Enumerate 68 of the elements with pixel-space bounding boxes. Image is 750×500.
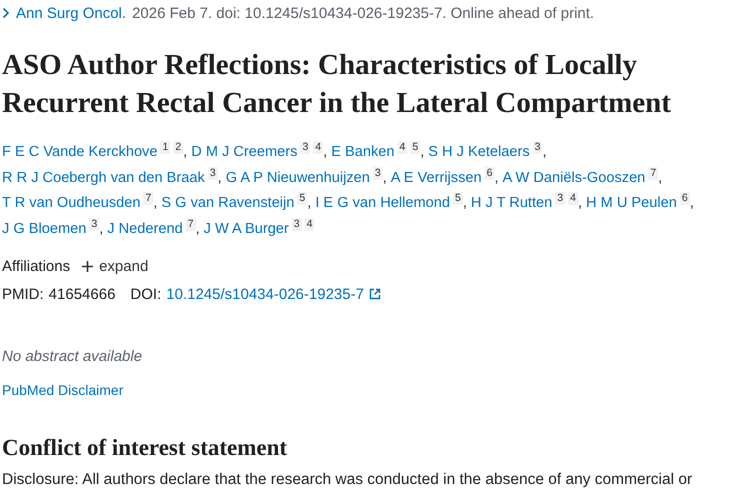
doi-label: DOI: [130,286,162,302]
author-separator: , [690,195,694,211]
affiliation-number[interactable]: 3 [292,218,302,230]
affiliation-number[interactable]: 5 [410,141,420,154]
author-link[interactable]: A W Daniëls-Gooszen [502,170,646,186]
author-link[interactable]: T R van Oudheusden [2,195,140,211]
author-link[interactable]: E Banken [331,144,394,160]
author-link[interactable]: F E C Vande Kerckhove [2,144,158,160]
affiliation-number[interactable]: 6 [484,166,494,180]
author-link[interactable]: S H J Ketelaers [428,144,530,160]
author-separator: , [542,144,547,160]
author-link[interactable]: R R J Coebergh van den Braak [2,170,205,186]
affiliation-number[interactable]: 6 [680,192,690,205]
affiliation-number[interactable]: 3 [300,141,310,154]
affiliation-number[interactable]: 7 [186,218,196,230]
affiliation-number[interactable]: 7 [648,166,658,180]
author-link[interactable]: J G Bloemen [2,220,86,236]
author-link[interactable]: G A P Nieuwenhuijzen [226,170,370,186]
chevron-icon [2,7,10,19]
doi-link[interactable]: 10.1245/s10434-026-19235-7 [166,286,364,302]
author-separator: , [323,144,328,160]
affiliation-number[interactable]: 4 [313,141,324,154]
affiliation-number[interactable]: 3 [89,218,100,230]
author-separator: , [420,144,424,160]
affiliation-number[interactable]: 5 [452,192,463,205]
journal-link[interactable]: Ann Surg Oncol. [16,4,126,22]
affiliation-number[interactable]: 7 [143,192,154,205]
affiliation-number[interactable]: 3 [208,166,218,180]
affiliation-number[interactable]: 4 [568,192,578,205]
author-link[interactable]: S G van Ravensteijn [161,195,294,211]
author-separator: , [462,195,467,211]
affiliation-number[interactable]: 4 [398,141,408,154]
pmid-label: PMID: [2,286,44,302]
disclosure-text: Disclosure: All authors declare that the research was conducted in the absence of any commercial or [2,471,694,489]
author-separator: , [307,195,312,211]
author-link[interactable]: H M U Peulen [586,195,677,211]
affiliation-number[interactable]: 1 [160,141,170,154]
expand-button[interactable]: expand [82,258,148,274]
author-link[interactable]: J Nederend [107,220,183,236]
author-link[interactable]: D M J Creemers [191,144,298,160]
author-separator: , [153,195,158,211]
plus-icon [82,260,94,272]
author-separator: , [658,170,662,186]
author-link[interactable]: J W A Burger [204,220,289,236]
article-title: ASO Author Reflections: Characteristics of Locally Recurrent Rectal Cancer in the Lateral Compartment [2,48,672,121]
author-link[interactable]: H J T Rutten [470,195,552,211]
affiliation-number[interactable]: 3 [555,192,566,205]
affiliation-number[interactable]: 3 [532,141,542,154]
author-separator: , [196,220,200,236]
disclaimer-link[interactable]: PubMed Disclaimer [2,382,124,398]
affiliation-number[interactable]: 4 [304,218,314,230]
affiliations-label: Affiliations [2,258,70,274]
pmid-value: 41654666 [48,286,116,302]
affiliation-number[interactable]: 5 [297,192,308,205]
author-separator: , [99,220,104,236]
author-link[interactable]: A E Verrijssen [390,170,482,186]
author-separator: , [218,170,222,186]
author-separator: , [578,195,582,211]
author-link[interactable]: I E G van Hellemond [315,195,450,211]
abstract-note: No abstract available [2,348,144,365]
section-heading: Conflict of interest statement [2,434,288,462]
affiliation-number[interactable]: 2 [173,141,184,154]
external-link-icon [368,288,381,300]
citation-details: 2026 Feb 7. doi: 10.1245/s10434-026-19235-7. Online ahead of print. [132,4,594,22]
author-separator: , [183,144,188,160]
author-separator: , [382,170,387,186]
affiliation-number[interactable]: 3 [372,166,383,180]
author-separator: , [494,170,499,186]
